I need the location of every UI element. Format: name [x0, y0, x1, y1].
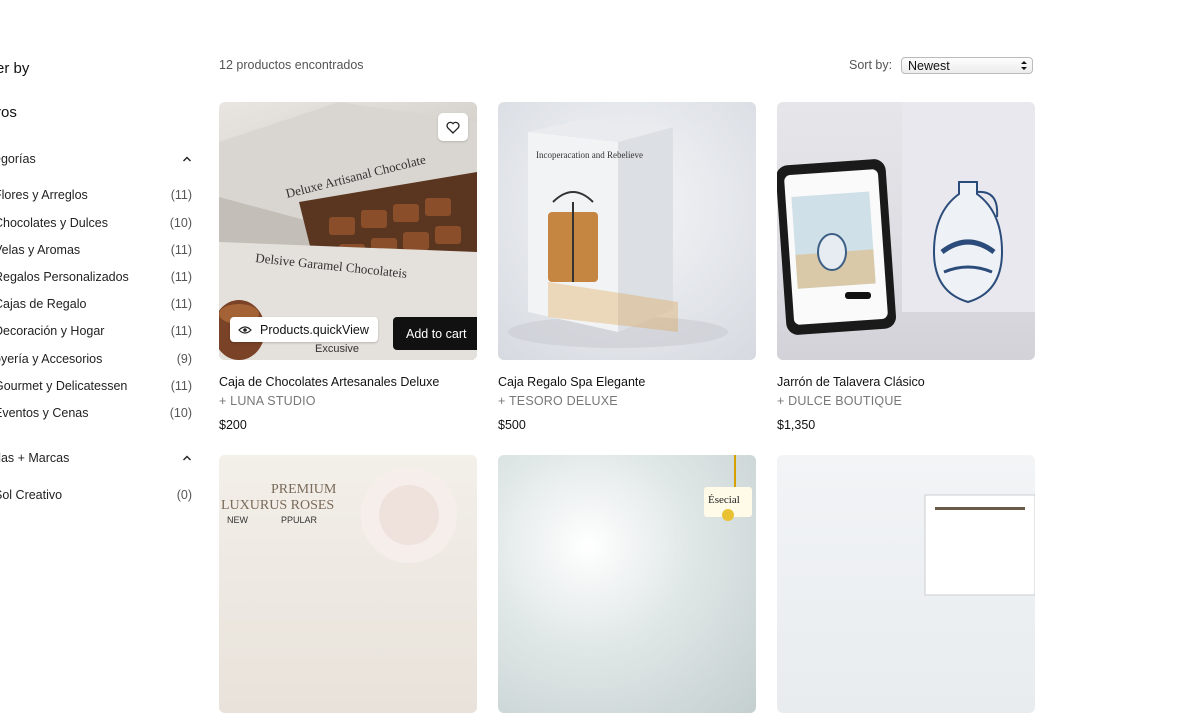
product-brand: + TESORO DELUXE	[498, 394, 618, 408]
wishlist-button[interactable]	[438, 113, 468, 141]
product-card[interactable]: Deluxe Artisanal Chocolate Delsive Garam…	[219, 102, 477, 432]
product-image[interactable]: Incoperacation and Rebelieve	[498, 102, 756, 360]
brand-count: (0)	[176, 488, 192, 502]
category-count: (10)	[169, 216, 192, 230]
box-tag: Excusive	[315, 343, 359, 355]
category-count: (11)	[170, 270, 192, 284]
box-text-primary: Incoperacation and Rebelieve	[536, 150, 643, 160]
category-label: oyería y Accesorios	[0, 352, 103, 366]
category-label: Cajas de Regalo	[0, 297, 87, 311]
product-price: $1,350	[777, 418, 816, 432]
category-item[interactable]: Velas y Aromas (11)	[0, 243, 192, 257]
category-label: Gourmet y Delicatessen	[0, 379, 128, 393]
category-item[interactable]: Gourmet y Delicatessen (11)	[0, 379, 192, 393]
product-card[interactable]: PREMIUM LUXURUS ROSES NEW PPULAR	[219, 455, 477, 713]
categories-header-label: egorías	[0, 152, 36, 166]
add-to-cart-label: Add to cart	[406, 326, 467, 341]
results-count: 12 productos encontrados	[219, 58, 364, 72]
category-count: (11)	[170, 324, 192, 338]
filter-subtitle: ros	[0, 104, 17, 121]
chevron-up-icon	[183, 455, 191, 461]
roses-box-illustration: PREMIUM LUXURUS ROSES NEW PPULAR	[221, 467, 457, 563]
brands-header-label: das + Marcas	[0, 451, 70, 465]
category-item[interactable]: Cajas de Regalo (11)	[0, 297, 192, 311]
product-name[interactable]: Caja Regalo Spa Elegante	[498, 375, 645, 389]
product-price: $200	[219, 418, 247, 432]
category-count: (11)	[170, 188, 192, 202]
category-item[interactable]: Chocolates y Dulces (10)	[0, 216, 192, 230]
category-count: (9)	[176, 352, 192, 366]
brand-item[interactable]: Sol Creativo (0)	[0, 488, 192, 502]
category-item[interactable]: Regalos Personalizados (11)	[0, 270, 192, 284]
frame-illustration	[924, 494, 1035, 596]
category-item[interactable]: Eventos y Cenas (10)	[0, 406, 192, 420]
product-image[interactable]: Ésecial	[498, 455, 756, 713]
category-count: (11)	[170, 379, 192, 393]
filter-title: er by	[0, 60, 30, 77]
sort-select[interactable]: Newest	[901, 57, 1033, 74]
product-image[interactable]	[777, 455, 1035, 713]
product-image[interactable]	[777, 102, 1035, 360]
product-name[interactable]: Caja de Chocolates Artesanales Deluxe	[219, 375, 439, 389]
spa-box-illustration: Incoperacation and Rebelieve	[508, 119, 728, 348]
category-label: Flores y Arreglos	[0, 188, 88, 202]
talavera-vase-illustration	[777, 102, 1035, 335]
product-card[interactable]: Ésecial	[498, 455, 756, 713]
product-image[interactable]: Deluxe Artisanal Chocolate Delsive Garam…	[219, 102, 477, 360]
box-text-primary: PREMIUM	[271, 482, 337, 497]
box-text-secondary: LUXURUS ROSES	[221, 498, 334, 513]
category-label: Chocolates y Dulces	[0, 216, 108, 230]
heart-icon	[446, 121, 460, 134]
brand-label: Sol Creativo	[0, 488, 63, 502]
category-label: Velas y Aromas	[0, 243, 81, 257]
product-price: $500	[498, 418, 526, 432]
box-text-primary: Ésecial	[708, 494, 740, 506]
category-label: Eventos y Cenas	[0, 406, 89, 420]
select-arrows-icon	[1021, 61, 1027, 70]
box-text-badge-1: NEW	[227, 515, 249, 525]
candle-illustration: Ésecial	[704, 455, 752, 521]
sort-label: Sort by:	[849, 58, 893, 72]
box-text-badge-2: PPULAR	[281, 515, 318, 525]
category-item[interactable]: Decoración y Hogar (11)	[0, 324, 192, 338]
category-count: (10)	[169, 406, 192, 420]
eye-icon	[238, 325, 252, 334]
product-card[interactable]: Jarrón de Talavera Clásico + DULCE BOUTI…	[777, 102, 1035, 432]
product-card[interactable]: Incoperacation and Rebelieve Caja Regalo…	[498, 102, 756, 432]
category-item[interactable]: Flores y Arreglos (11)	[0, 188, 192, 202]
chevron-up-icon	[183, 156, 191, 162]
category-label: Regalos Personalizados	[0, 270, 129, 284]
category-count: (11)	[170, 297, 192, 311]
sort-value: Newest	[908, 58, 950, 73]
quickview-label: Products.quickView	[260, 322, 369, 337]
product-name[interactable]: Jarrón de Talavera Clásico	[777, 375, 925, 389]
category-label: Decoración y Hogar	[0, 324, 105, 338]
category-item[interactable]: oyería y Accesorios (9)	[0, 352, 192, 366]
product-brand: + LUNA STUDIO	[219, 394, 316, 408]
product-brand: + DULCE BOUTIQUE	[777, 394, 903, 408]
filter-sidebar: er by ros egorías Flores y Arreglos(11) …	[0, 0, 200, 520]
product-card[interactable]	[777, 455, 1035, 713]
add-to-cart-button[interactable]: Add to cart	[393, 317, 477, 350]
brands-section-header[interactable]: das + Marcas	[0, 451, 192, 465]
product-image[interactable]: PREMIUM LUXURUS ROSES NEW PPULAR	[219, 455, 477, 713]
quickview-button[interactable]: Products.quickView	[230, 317, 378, 342]
category-count: (11)	[170, 243, 192, 257]
categories-section-header[interactable]: egorías	[0, 152, 192, 166]
